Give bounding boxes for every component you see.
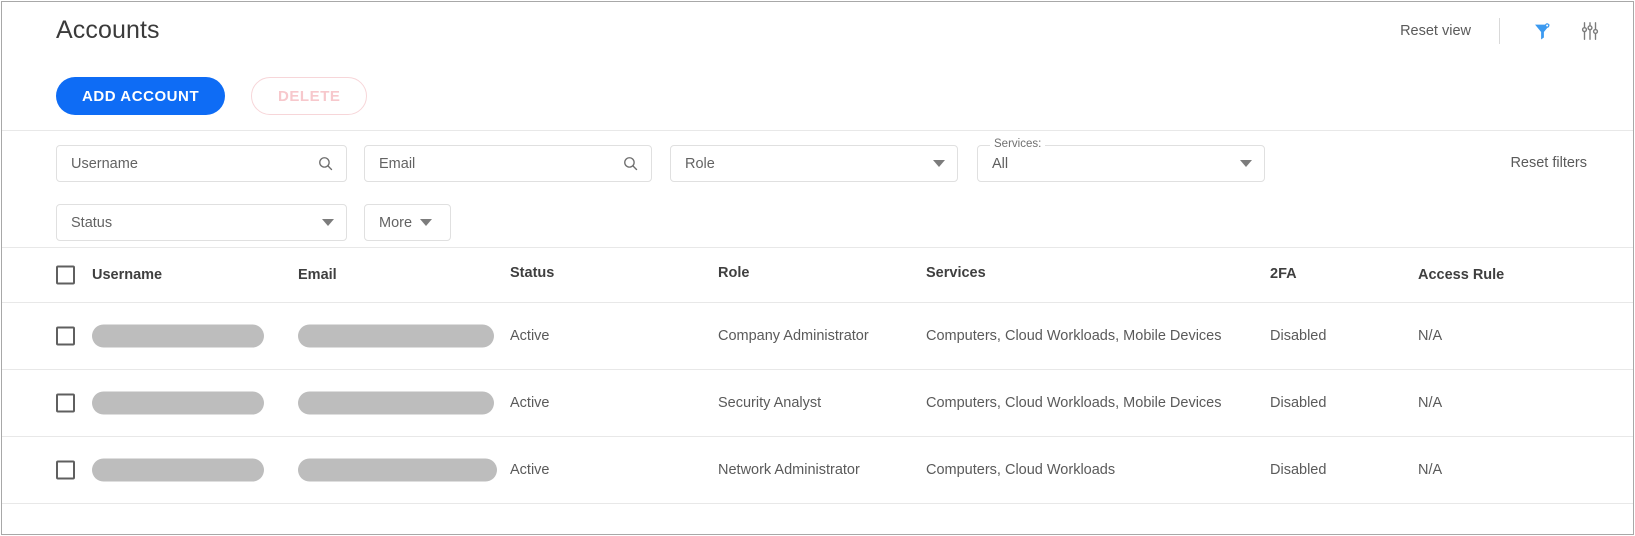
chevron-down-icon[interactable]	[1240, 160, 1264, 167]
column-header-email[interactable]: Email	[298, 267, 337, 283]
cell-services: Computers, Cloud Workloads	[926, 462, 1115, 478]
cell-2fa: Disabled	[1270, 462, 1326, 478]
services-filter-select[interactable]: Services: All	[977, 145, 1265, 182]
delete-button[interactable]: DELETE	[251, 77, 367, 115]
column-header-services[interactable]: Services	[926, 265, 986, 281]
action-bar: ADD ACCOUNT DELETE	[2, 62, 1633, 130]
column-header-2fa[interactable]: 2FA	[1270, 266, 1297, 282]
header-actions: Reset view	[1400, 16, 1605, 46]
accounts-window: Accounts Reset view	[1, 1, 1634, 535]
cell-2fa: Disabled	[1270, 395, 1326, 411]
cell-status: Active	[510, 462, 550, 478]
column-settings-button[interactable]	[1575, 16, 1605, 46]
username-filter-placeholder: Username	[57, 156, 317, 172]
cell-access-rule: N/A	[1418, 328, 1442, 344]
cell-access-rule: N/A	[1418, 462, 1442, 478]
column-header-access-rule[interactable]: Access Rule	[1418, 267, 1504, 283]
services-filter-value: All	[978, 156, 1240, 172]
cell-role: Network Administrator	[718, 462, 860, 478]
funnel-icon	[1532, 21, 1553, 42]
sliders-icon	[1579, 20, 1601, 42]
header-divider	[1499, 18, 1500, 44]
row-checkbox[interactable]	[56, 327, 75, 346]
cell-2fa: Disabled	[1270, 328, 1326, 344]
table-header-row: Username Email Status Role Services 2FA …	[2, 247, 1633, 303]
row-checkbox[interactable]	[56, 461, 75, 480]
search-icon[interactable]	[317, 155, 346, 172]
status-filter-select[interactable]: Status	[56, 204, 347, 241]
cell-email-redacted	[298, 392, 494, 415]
reset-view-button[interactable]: Reset view	[1400, 23, 1499, 39]
page-header: Accounts Reset view	[2, 2, 1633, 62]
cell-services: Computers, Cloud Workloads, Mobile Devic…	[926, 328, 1222, 344]
cell-status: Active	[510, 395, 550, 411]
services-filter-label: Services:	[990, 138, 1045, 150]
cell-role: Company Administrator	[718, 328, 869, 344]
filter-toggle-button[interactable]	[1527, 16, 1557, 46]
add-account-button[interactable]: ADD ACCOUNT	[56, 77, 225, 115]
username-filter-input[interactable]: Username	[56, 145, 347, 182]
column-header-status[interactable]: Status	[510, 265, 554, 281]
search-icon[interactable]	[622, 155, 651, 172]
cell-username-redacted	[92, 459, 264, 482]
more-filters-label: More	[365, 215, 412, 231]
role-filter-select[interactable]: Role	[670, 145, 958, 182]
table-row[interactable]: Active Security Analyst Computers, Cloud…	[2, 370, 1633, 437]
reset-filters-button[interactable]: Reset filters	[1510, 155, 1587, 171]
more-filters-button[interactable]: More	[364, 204, 451, 241]
table-row[interactable]: Active Company Administrator Computers, …	[2, 303, 1633, 370]
cell-status: Active	[510, 328, 550, 344]
cell-access-rule: N/A	[1418, 395, 1442, 411]
email-filter-placeholder: Email	[365, 156, 622, 172]
row-checkbox[interactable]	[56, 394, 75, 413]
page-title: Accounts	[56, 16, 160, 45]
chevron-down-icon[interactable]	[322, 219, 346, 226]
cell-services: Computers, Cloud Workloads, Mobile Devic…	[926, 395, 1222, 411]
chevron-down-icon[interactable]	[412, 219, 442, 226]
table-row[interactable]: Active Network Administrator Computers, …	[2, 437, 1633, 504]
chevron-down-icon[interactable]	[933, 160, 957, 167]
cell-username-redacted	[92, 392, 264, 415]
select-all-checkbox[interactable]	[56, 266, 75, 285]
status-filter-value: Status	[57, 215, 322, 231]
cell-username-redacted	[92, 325, 264, 348]
column-header-username[interactable]: Username	[92, 267, 162, 283]
cell-email-redacted	[298, 459, 497, 482]
role-filter-value: Role	[671, 156, 933, 172]
cell-role: Security Analyst	[718, 395, 821, 411]
column-header-role[interactable]: Role	[718, 265, 749, 281]
accounts-table: Username Email Status Role Services 2FA …	[2, 247, 1633, 504]
filter-bar: Username Email Role Services: All	[2, 130, 1633, 247]
cell-email-redacted	[298, 325, 494, 348]
email-filter-input[interactable]: Email	[364, 145, 652, 182]
